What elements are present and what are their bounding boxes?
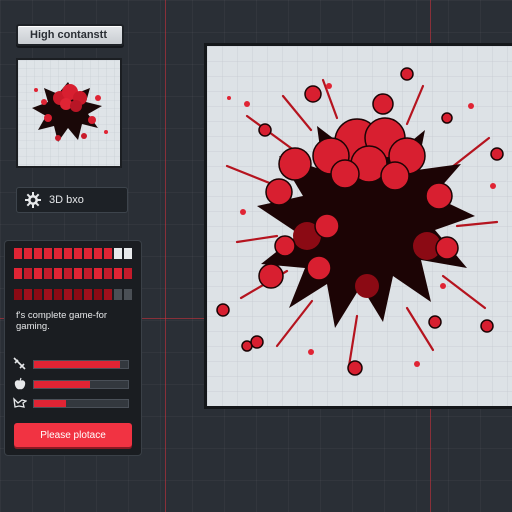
place-button[interactable]: Please plotace <box>14 423 132 447</box>
stat-fill <box>34 380 91 388</box>
guide-line-vertical <box>165 0 166 512</box>
high-contrast-button[interactable]: High contanstt <box>16 24 124 46</box>
stat-fill <box>34 399 66 407</box>
apple-icon <box>12 377 28 391</box>
stat-row <box>12 377 129 391</box>
place-button-label: Please plotace <box>40 429 106 441</box>
sword-icon <box>12 357 28 371</box>
stat-row <box>12 396 129 410</box>
segment-bar <box>14 248 132 259</box>
panel-description: f's complete game-for gaming. <box>16 310 108 332</box>
3d-box-label: 3D bxo <box>49 194 84 206</box>
segment-bar <box>14 268 132 279</box>
gear-icon <box>25 192 41 208</box>
stat-slider[interactable] <box>33 379 129 389</box>
explosion-thumbnail-image <box>18 60 120 166</box>
segment-bar <box>14 289 132 300</box>
high-contrast-label: High contanstt <box>30 29 107 41</box>
explosion-artwork <box>207 46 512 406</box>
3d-box-toggle[interactable]: 3D bxo <box>16 187 128 213</box>
stat-slider[interactable] <box>33 359 129 369</box>
bird-icon <box>12 396 28 410</box>
stat-slider[interactable] <box>33 398 129 408</box>
explosion-canvas[interactable] <box>204 43 512 409</box>
stat-fill <box>34 360 121 368</box>
stat-row <box>12 357 129 371</box>
preview-thumbnail[interactable] <box>16 58 122 168</box>
